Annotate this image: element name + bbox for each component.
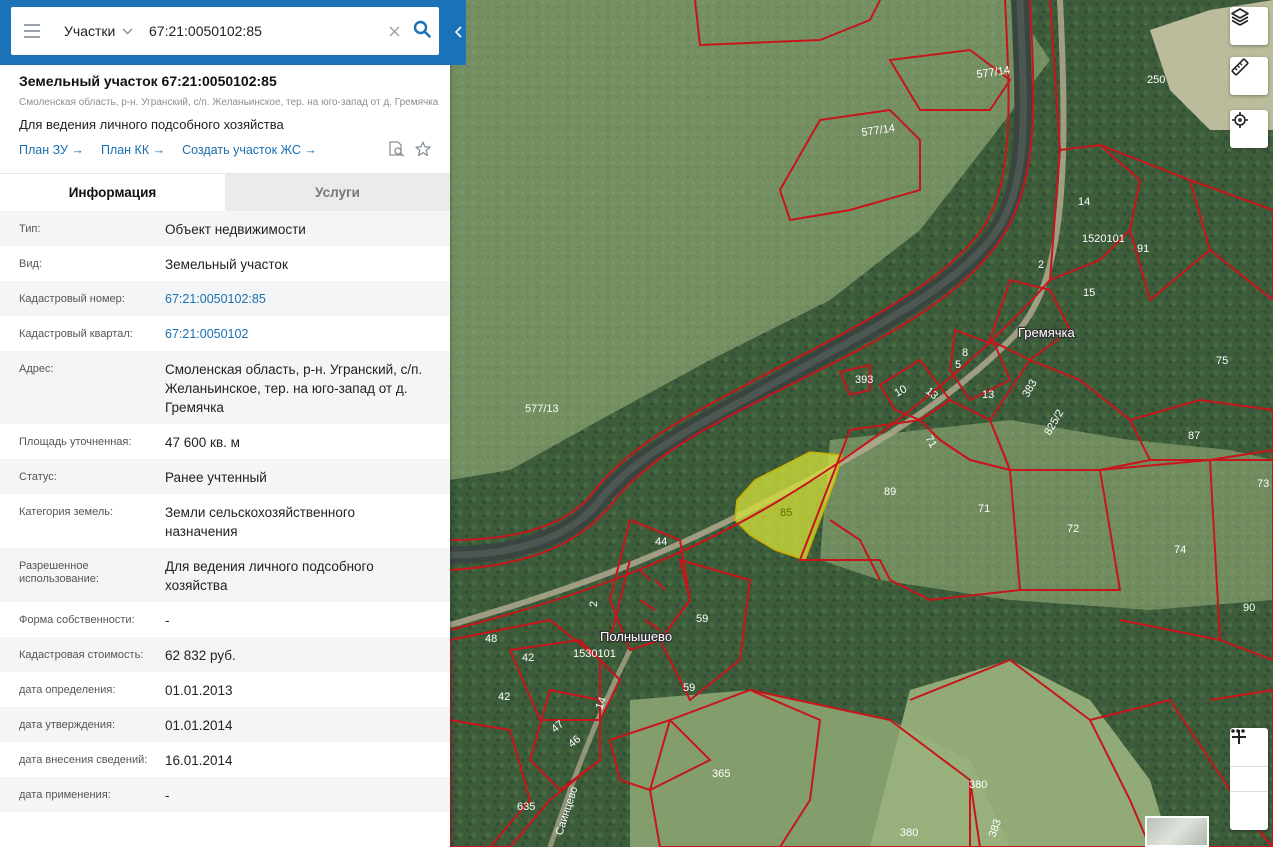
- plot-number-label: 74: [1174, 544, 1186, 556]
- info-row-area: Площадь уточненная: 47 600 кв. м: [19, 435, 240, 450]
- create-parcel-link[interactable]: Создать участок ЖС →: [182, 143, 317, 157]
- place-label-gremyachka: Гремячка: [1018, 325, 1075, 340]
- map-view[interactable]: 577/14 577/14 250 14 1520101 91 2 15 393 8 5 10 13 13…: [450, 0, 1273, 847]
- cadastral-quarter-link[interactable]: 67:21:0050102: [165, 316, 431, 351]
- map-canvas[interactable]: 577/14577/14250141520101912153938510 13 13…: [450, 0, 1273, 847]
- info-row-ownership: Форма собственности: -: [19, 613, 170, 628]
- collapse-panel-button[interactable]: [450, 0, 466, 65]
- star-icon[interactable]: [415, 141, 431, 157]
- plot-number-label: 2: [588, 601, 600, 607]
- plot-number-label: 393: [855, 374, 873, 386]
- plot-number-label: 1520101: [1082, 233, 1125, 245]
- plot-number-label: 44: [655, 536, 667, 548]
- plot-number-label: 59: [696, 613, 708, 625]
- info-row-status: Статус: Ранее учтенный: [0, 459, 450, 494]
- info-row-permitted-use: Разрешенное использование: Для ведения ли…: [0, 548, 450, 602]
- menu-button[interactable]: [11, 7, 53, 55]
- plot-number-label: 73: [1257, 478, 1269, 490]
- info-row-address: Адрес: Смоленская область, р-н. Угранский…: [0, 351, 450, 424]
- info-row-cadastral-value: Кадастровая стоимость: 62 832 руб.: [0, 637, 450, 672]
- search-type-label: Участки: [64, 23, 116, 39]
- panel-tabs: Информация Услуги: [0, 173, 450, 211]
- search-button[interactable]: [405, 7, 439, 55]
- plot-number-label: 72: [1067, 523, 1079, 535]
- plot-number-label: 2: [1038, 259, 1044, 271]
- info-row-land-category: Категория земель: Земли сельскохозяйствен…: [19, 505, 356, 539]
- plot-number-label: 13: [982, 389, 994, 401]
- plot-number-label: 577/13: [525, 403, 559, 415]
- info-row-cadastral-quarter: Кадастровый квартал: 67:21:0050102: [0, 316, 450, 351]
- plot-number-label: 5: [955, 359, 961, 371]
- plot-number-label: 1530101: [573, 648, 616, 660]
- plot-number-label: 87: [1188, 430, 1200, 442]
- menu-icon: [24, 24, 40, 26]
- plot-number-label: 8: [962, 347, 968, 359]
- chevron-down-icon: [122, 24, 133, 38]
- object-header: Земельный участок 67:21:0050102:85 Смоле…: [0, 65, 450, 158]
- cadastral-number-link[interactable]: 67:21:0050102:85: [165, 281, 431, 316]
- search-input[interactable]: [139, 7, 383, 55]
- object-title: Земельный участок 67:21:0050102:85: [19, 73, 277, 89]
- place-label-polnyshevo: Полнышево: [600, 629, 672, 644]
- info-row-date-applied: дата применения: -: [0, 777, 450, 812]
- ruler-button[interactable]: [1230, 57, 1268, 95]
- search-icon: [413, 20, 431, 43]
- tab-info[interactable]: Информация: [0, 174, 225, 211]
- plot-number-label: 635: [517, 801, 535, 813]
- info-panel: Участки Земельный участок 67:21:0050102:…: [0, 0, 450, 847]
- info-row-kind: Вид: Земельный участок: [19, 257, 288, 272]
- plot-number-label: 250: [1147, 74, 1165, 86]
- search-box: Участки: [11, 7, 439, 55]
- plot-number-label: 14: [1078, 196, 1090, 208]
- plot-number-label: 15: [1083, 287, 1095, 299]
- info-table: Тип: Объект недвижимости Вид: Земельный уч…: [0, 211, 450, 812]
- plot-number-label: 48: [485, 633, 497, 645]
- plot-number-label: 42: [522, 652, 534, 664]
- info-row-cadastral-number: Кадастровый номер: 67:21:0050102:85: [0, 281, 450, 316]
- object-purpose: Для ведения личного подсобного хозяйства: [19, 117, 284, 132]
- search-bar: Участки: [0, 0, 450, 65]
- document-search-icon[interactable]: [388, 141, 405, 157]
- plot-number-label: 365: [712, 768, 730, 780]
- info-row-date-approved: дата утверждения: 01.01.2014: [0, 707, 450, 742]
- tab-services[interactable]: Услуги: [225, 174, 450, 211]
- info-row-date-entered: дата внесения сведений: 16.01.2014: [19, 753, 233, 768]
- clear-icon[interactable]: [383, 21, 405, 42]
- object-links: План ЗУ → План КК → Создать участок ЖС →: [19, 141, 431, 158]
- basemap-switcher[interactable]: [1145, 816, 1209, 847]
- zoom-controls: [1230, 728, 1268, 830]
- plot-number-label: 91: [1137, 243, 1149, 255]
- plot-number-label: 75: [1216, 355, 1228, 367]
- zoom-out-button[interactable]: [1230, 736, 1268, 830]
- info-row-type: Тип: Объект недвижимости: [0, 211, 450, 246]
- plot-number-label: 90: [1243, 602, 1255, 614]
- info-row-date-determined: дата определения: 01.01.2013: [19, 683, 233, 698]
- plot-number-label: 85: [780, 507, 792, 519]
- search-type-select[interactable]: Участки: [53, 23, 139, 39]
- layers-button[interactable]: [1230, 7, 1268, 45]
- plot-number-label: 380: [969, 779, 987, 791]
- plot-number-label: 380: [900, 827, 918, 839]
- plan-kk-link[interactable]: План КК →: [101, 143, 165, 157]
- more-button[interactable]: [1230, 729, 1268, 792]
- chevron-left-icon: [454, 25, 462, 41]
- locate-button[interactable]: [1230, 110, 1268, 148]
- plot-number-label: 89: [884, 486, 896, 498]
- plot-number-label: 59: [683, 682, 695, 694]
- plot-number-label: 42: [498, 691, 510, 703]
- plan-zu-link[interactable]: План ЗУ →: [19, 143, 84, 157]
- object-address: Смоленская область, р-н. Угранский, с/п.…: [19, 97, 439, 108]
- plot-number-label: 71: [978, 503, 990, 515]
